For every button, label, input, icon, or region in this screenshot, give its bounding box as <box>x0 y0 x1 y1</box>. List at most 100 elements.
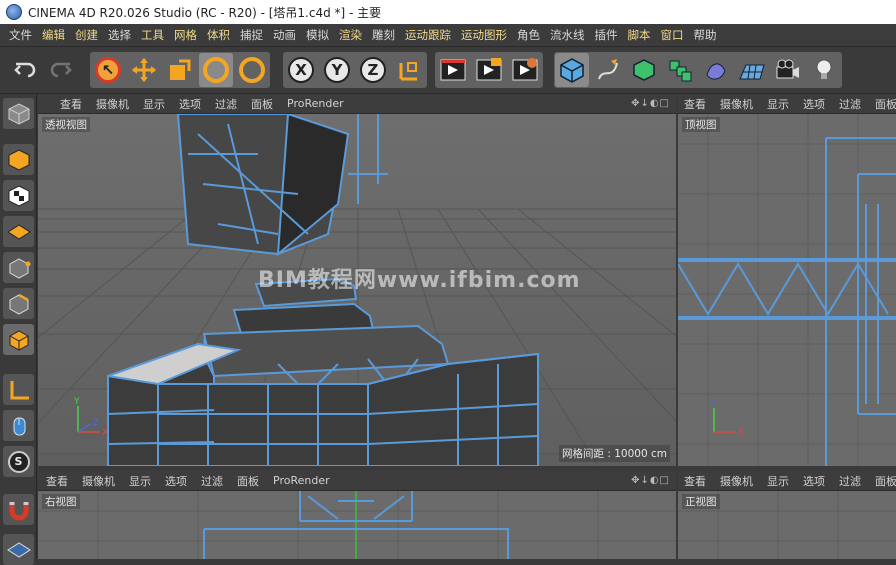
vp-menu-options[interactable]: 选项 <box>179 96 201 112</box>
top-vp-menu-display[interactable]: 显示 <box>767 96 789 112</box>
vp-menu-filter[interactable]: 过滤 <box>215 96 237 112</box>
top-vp-menu-panel[interactable]: 面板 <box>875 96 896 112</box>
menu-mograph[interactable]: 运动图形 <box>461 27 507 43</box>
menu-edit[interactable]: 编辑 <box>42 27 65 43</box>
render-picture-viewer-icon <box>476 58 502 81</box>
viewport-navigation-icons[interactable]: ✥↓◐□ <box>631 98 670 109</box>
coordinate-system-button[interactable] <box>392 53 426 87</box>
menu-pipeline[interactable]: 流水线 <box>550 27 585 43</box>
vp-menu-view[interactable]: 查看 <box>60 96 82 112</box>
make-editable-button[interactable] <box>3 98 34 129</box>
grid-workplane-button[interactable] <box>3 534 34 565</box>
workplane-icon <box>6 223 31 240</box>
y-axis-button[interactable]: Y <box>320 53 354 87</box>
recent-tool-icon <box>239 57 265 83</box>
right-viewport-menu: 查看 摄像机 显示 选项 过滤 面板 ProRender ✥↓◐□ <box>38 471 676 491</box>
top-viewport[interactable]: Z X 顶视图 <box>678 114 896 466</box>
right-vp-menu-cameras[interactable]: 摄像机 <box>82 473 115 489</box>
right-vp-menu-prorender[interactable]: ProRender <box>273 474 330 487</box>
x-axis-button[interactable]: X <box>284 53 318 87</box>
right-vp-menu-panel[interactable]: 面板 <box>237 473 259 489</box>
render-picture-viewer-button[interactable] <box>472 53 506 87</box>
edges-mode-button[interactable] <box>3 288 34 319</box>
undo-button[interactable] <box>8 53 42 87</box>
recent-tool-button[interactable] <box>235 53 269 87</box>
workplane-mode-button[interactable] <box>3 216 34 247</box>
light-button[interactable] <box>807 53 841 87</box>
front-vp-menu-cameras[interactable]: 摄像机 <box>720 473 753 489</box>
deformer-button[interactable] <box>699 53 733 87</box>
texture-mode-button[interactable] <box>3 180 34 211</box>
right-viewport[interactable]: 右视图 <box>38 491 676 559</box>
menu-script[interactable]: 脚本 <box>628 27 651 43</box>
right-vp-menu-options[interactable]: 选项 <box>165 473 187 489</box>
camera-button[interactable] <box>771 53 805 87</box>
right-viewport-navigation-icons[interactable]: ✥↓◐□ <box>631 475 670 486</box>
top-vp-menu-view[interactable]: 查看 <box>684 96 706 112</box>
scale-button[interactable] <box>163 53 197 87</box>
model-mode-button[interactable] <box>3 144 34 175</box>
menu-select[interactable]: 选择 <box>108 27 131 43</box>
render-view-button[interactable] <box>436 53 470 87</box>
pen-spline-icon <box>598 59 618 80</box>
move-icon <box>132 58 156 82</box>
right-vp-menu-filter[interactable]: 过滤 <box>201 473 223 489</box>
points-mode-button[interactable] <box>3 252 34 283</box>
perspective-viewport-menu: 查看 摄像机 显示 选项 过滤 面板 ProRender ✥↓◐□ <box>38 94 676 114</box>
top-vp-menu-filter[interactable]: 过滤 <box>839 96 861 112</box>
vp-menu-display[interactable]: 显示 <box>143 96 165 112</box>
vp-menu-prorender[interactable]: ProRender <box>287 97 344 110</box>
front-vp-menu-filter[interactable]: 过滤 <box>839 473 861 489</box>
menu-volume[interactable]: 体积 <box>207 27 230 43</box>
tweak-mode-button[interactable] <box>3 410 34 441</box>
deformer-icon <box>706 63 726 80</box>
menu-window[interactable]: 窗口 <box>661 27 684 43</box>
menu-render[interactable]: 渲染 <box>339 27 362 43</box>
front-viewport[interactable]: 正视图 <box>678 491 896 559</box>
menu-create[interactable]: 创建 <box>75 27 98 43</box>
y-axis-icon: Y <box>324 57 350 83</box>
redo-button[interactable] <box>44 53 78 87</box>
menu-snap[interactable]: 捕捉 <box>240 27 263 43</box>
menu-plugins[interactable]: 插件 <box>595 27 618 43</box>
menu-tools[interactable]: 工具 <box>141 27 164 43</box>
z-axis-button[interactable]: Z <box>356 53 390 87</box>
vp-menu-cameras[interactable]: 摄像机 <box>96 96 129 112</box>
top-vp-menu-cameras[interactable]: 摄像机 <box>720 96 753 112</box>
array-button[interactable] <box>663 53 697 87</box>
front-vp-menu-panel[interactable]: 面板 <box>875 473 896 489</box>
front-vp-menu-view[interactable]: 查看 <box>684 473 706 489</box>
menu-character[interactable]: 角色 <box>517 27 540 43</box>
solo-mode-button[interactable]: S <box>3 446 34 477</box>
render-settings-icon <box>512 58 538 81</box>
vp-menu-panel[interactable]: 面板 <box>251 96 273 112</box>
menu-motion-tracking[interactable]: 运动跟踪 <box>405 27 451 43</box>
right-vp-menu-display[interactable]: 显示 <box>129 473 151 489</box>
menu-simulate[interactable]: 模拟 <box>306 27 329 43</box>
menu-help[interactable]: 帮助 <box>694 27 717 43</box>
live-select-button[interactable]: ↖ <box>91 53 125 87</box>
solo-icon: S <box>7 450 30 473</box>
cube-object-button[interactable] <box>555 53 589 87</box>
subdivision-button[interactable] <box>627 53 661 87</box>
top-view-label: 顶视图 <box>682 117 720 132</box>
menu-mesh[interactable]: 网格 <box>174 27 197 43</box>
menu-file[interactable]: 文件 <box>9 27 32 43</box>
render-settings-button[interactable] <box>508 53 542 87</box>
z-axis-icon: Z <box>360 57 386 83</box>
menu-animate[interactable]: 动画 <box>273 27 296 43</box>
rotate-button[interactable] <box>199 53 233 87</box>
pen-spline-button[interactable] <box>591 53 625 87</box>
axis-mode-button[interactable] <box>3 374 34 405</box>
front-viewport-menu: 查看 摄像机 显示 选项 过滤 面板 <box>678 471 896 491</box>
snap-button[interactable] <box>3 494 34 525</box>
top-vp-menu-options[interactable]: 选项 <box>803 96 825 112</box>
move-button[interactable] <box>127 53 161 87</box>
floor-button[interactable] <box>735 53 769 87</box>
x-axis-icon: X <box>288 57 314 83</box>
front-vp-menu-options[interactable]: 选项 <box>803 473 825 489</box>
top-axis-z-label: Z <box>710 399 716 409</box>
right-vp-menu-view[interactable]: 查看 <box>46 473 68 489</box>
front-vp-menu-display[interactable]: 显示 <box>767 473 789 489</box>
menu-sculpt[interactable]: 雕刻 <box>372 27 395 43</box>
